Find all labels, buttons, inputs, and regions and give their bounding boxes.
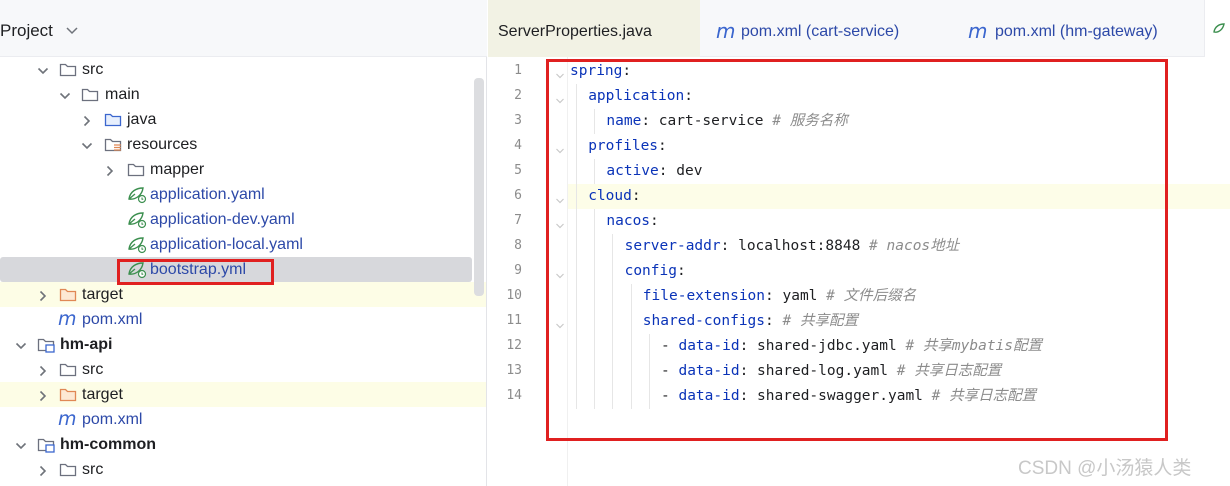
tab-label: pom.xml (cart-service): [741, 23, 900, 40]
maven-icon: m: [968, 19, 988, 43]
tab-pom-hm-gateway[interactable]: m pom.xml (hm-gateway): [954, 0, 1204, 57]
excluded-folder-icon: [59, 286, 77, 303]
tree-item-label: main: [105, 86, 140, 103]
tree-item[interactable]: hm-api: [0, 332, 486, 357]
folder-icon: [59, 61, 77, 78]
folder-icon: [127, 161, 145, 178]
module-icon: [37, 336, 55, 353]
tree-item[interactable]: resources: [0, 132, 486, 157]
tree-item-label: target: [82, 386, 123, 403]
tree-item[interactable]: src: [0, 357, 486, 382]
line-number: 11: [506, 313, 522, 328]
line-number: 9: [514, 263, 522, 278]
tree-item-label: hm-common: [60, 436, 156, 453]
watermark: CSDN @小汤猿人类: [1018, 458, 1192, 479]
tree-item-label: src: [82, 461, 104, 478]
tab-serverproperties[interactable]: ServerProperties.java: [488, 0, 700, 57]
tree-item[interactable]: application-local.yaml: [0, 232, 486, 257]
tree-item-label: java: [127, 111, 157, 128]
source-folder-icon: [104, 111, 122, 128]
folder-icon: [81, 86, 99, 103]
excluded-folder-icon: [59, 386, 77, 403]
tree-item-label: application.yaml: [150, 186, 265, 203]
tab-overflow[interactable]: [1204, 0, 1230, 57]
chevron-down-icon[interactable]: [59, 89, 71, 101]
tab-pom-cart-service[interactable]: m pom.xml (cart-service): [700, 0, 950, 57]
line-number: 3: [514, 113, 522, 128]
tree-item-label: application-local.yaml: [150, 236, 303, 253]
line-number: 13: [506, 363, 522, 378]
project-panel: Project src main java resources mapper applic…: [0, 0, 487, 486]
tree-item-label: mapper: [150, 161, 205, 178]
tree-item-label: pom.xml: [82, 411, 143, 428]
tab-bar: ServerProperties.java m pom.xml (cart-se…: [488, 0, 1230, 57]
maven-icon: m: [58, 308, 77, 330]
tree-item[interactable]: target: [0, 382, 486, 407]
highlight-box-bootstrap: [117, 259, 274, 285]
chevron-down-icon[interactable]: [15, 339, 27, 351]
tree-item[interactable]: m pom.xml: [0, 307, 486, 332]
line-number: 1: [514, 63, 522, 78]
chevron-down-icon[interactable]: [15, 439, 27, 451]
tree-item[interactable]: hm-common: [0, 432, 486, 457]
tab-label: ServerProperties.java: [498, 23, 652, 40]
chevron-down-icon[interactable]: [81, 139, 93, 151]
project-title[interactable]: Project: [0, 21, 53, 41]
line-number: 6: [514, 188, 522, 203]
chevron-right-icon[interactable]: [37, 389, 49, 402]
tree-item[interactable]: m pom.xml: [0, 407, 486, 432]
tree-item-label: application-dev.yaml: [150, 211, 295, 228]
maven-icon: m: [716, 19, 736, 43]
line-number: 8: [514, 238, 522, 253]
chevron-right-icon[interactable]: [37, 289, 49, 302]
tree-item-label: hm-api: [60, 336, 113, 353]
line-number: 2: [514, 88, 522, 103]
line-number: 7: [514, 213, 522, 228]
tree-item[interactable]: java: [0, 107, 486, 132]
tree-item[interactable]: src: [0, 57, 486, 82]
chevron-down-icon[interactable]: [66, 27, 78, 35]
project-header: Project: [0, 0, 487, 57]
folder-icon: [59, 461, 77, 478]
tree-item-label: resources: [127, 136, 198, 153]
line-number: 12: [506, 338, 522, 353]
chevron-down-icon[interactable]: [37, 64, 49, 76]
yaml-file-icon: [127, 211, 147, 229]
line-number: 4: [514, 138, 522, 153]
tree-item-label: target: [82, 286, 123, 303]
chevron-right-icon[interactable]: [37, 464, 49, 477]
tab-label: pom.xml (hm-gateway): [995, 23, 1158, 40]
resources-folder-icon: [104, 136, 122, 153]
tree-item[interactable]: mapper: [0, 157, 486, 182]
highlight-box-code: [546, 59, 1168, 441]
tree-item-label: src: [82, 361, 104, 378]
folder-icon: [59, 361, 77, 378]
tree-item[interactable]: src: [0, 457, 486, 482]
tree-item[interactable]: application-dev.yaml: [0, 207, 486, 232]
line-number: 14: [506, 388, 522, 403]
tree-item[interactable]: main: [0, 82, 486, 107]
tree-item[interactable]: target: [0, 282, 486, 307]
tree-item-label: pom.xml: [82, 311, 143, 328]
yaml-file-icon: [1213, 23, 1225, 33]
yaml-file-icon: [127, 236, 147, 254]
tree-scrollbar[interactable]: [474, 78, 484, 296]
chevron-right-icon[interactable]: [37, 364, 49, 377]
maven-icon: m: [58, 408, 77, 430]
tree-item[interactable]: application.yaml: [0, 182, 486, 207]
line-number: 10: [506, 288, 522, 303]
yaml-file-icon: [127, 186, 147, 204]
module-icon: [37, 436, 55, 453]
line-number: 5: [514, 163, 522, 178]
chevron-right-icon[interactable]: [104, 164, 116, 177]
chevron-right-icon[interactable]: [81, 114, 93, 127]
tree-item-label: src: [82, 61, 104, 78]
